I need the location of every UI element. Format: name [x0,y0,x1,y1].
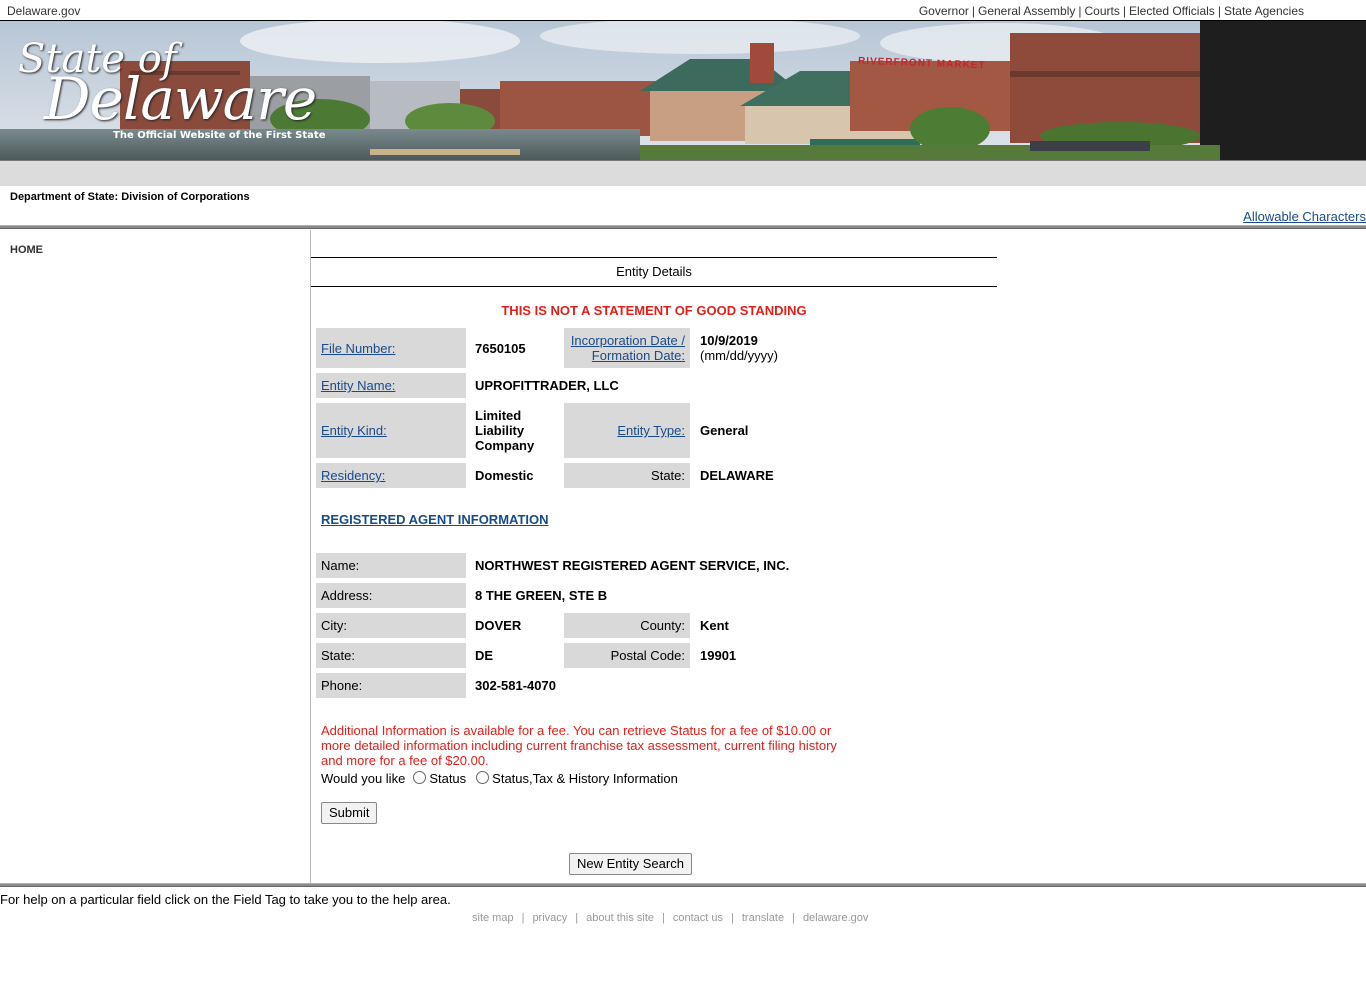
new-entity-search-button[interactable]: New Entity Search [569,853,692,875]
file-number-value: 7650105 [475,340,526,356]
status-radio-label: Status [429,771,467,786]
incorporation-date-value: 10/9/2019 (mm/dd/yyyy) [700,328,900,368]
general-assembly-link[interactable]: General Assembly [978,4,1075,18]
header-banner: State of Delaware The Official Website o… [0,21,1366,161]
entity-kind-line3: Company [475,438,535,453]
entity-kind-help-link[interactable]: Entity Kind: [321,423,387,438]
agent-postal-code-label: Postal Code: [564,643,690,668]
entity-kind-line2: Liability [475,423,525,438]
agent-name-label: Name: [316,553,466,578]
delaware-gov-link[interactable]: Delaware.gov [7,4,80,18]
entity-type-label: Entity Type: [564,403,690,458]
additional-info-notice: Additional Information is available for … [321,723,837,768]
brand-delaware: Delaware [44,65,317,133]
residency-label: Residency: [316,463,466,488]
footer-privacy-link[interactable]: privacy [532,912,567,924]
left-sidebar: HOME [0,230,311,883]
agent-city-label: City: [316,613,466,638]
incorporation-date-label: Incorporation Date / Formation Date: [564,328,690,368]
info-option-group: Would you like Status Status,Tax & Histo… [321,771,680,786]
entity-kind-value: Limited Liability Company [475,403,565,458]
entity-type-help-link[interactable]: Entity Type: [617,423,685,438]
divider-bottom [0,883,1366,887]
entity-state-label: State: [564,463,690,488]
residency-help-link[interactable]: Residency: [321,468,385,483]
residency-value: Domestic [475,468,534,483]
status-tax-history-radio-label: Status,Tax & History Information [492,771,678,786]
entity-kind-line1: Limited [475,408,522,423]
incorporation-date-help-link-line1[interactable]: Incorporation Date / [571,333,685,348]
would-you-like-prompt: Would you like [321,771,406,786]
entity-kind-label: Entity Kind: [316,403,466,458]
brand-tagline: The Official Website of the First State [113,130,326,141]
entity-state-value: DELAWARE [700,468,774,483]
file-number-label: File Number: [316,328,466,368]
agent-phone-label: Phone: [316,673,466,698]
top-nav-links: Governor | General Assembly | Courts | Elected… [918,4,1304,18]
agent-name-value: NORTHWEST REGISTERED AGENT SERVICE, INC. [475,558,790,573]
submit-button[interactable]: Submit [321,802,378,824]
divider-top [0,225,1366,229]
entity-name-help-link[interactable]: Entity Name: [321,378,395,393]
agent-postal-code-value: 19901 [700,648,737,663]
incorporation-date: 10/9/2019 [700,333,758,348]
footer-delaware-gov-link[interactable]: delaware.gov [803,912,868,924]
department-title: Department of State: Division of Corpora… [10,191,250,203]
agent-state-value: DE [475,648,494,663]
gray-strip [0,161,1366,186]
footer-contact-link[interactable]: contact us [673,912,723,924]
registered-agent-heading[interactable]: REGISTERED AGENT INFORMATION [321,512,549,527]
agent-address-label: Address: [316,583,466,608]
footer-links: site map | privacy | about this site | contact… [472,912,869,924]
agent-county-value: Kent [700,618,729,633]
agent-state-label: State: [316,643,466,668]
footer-about-link[interactable]: about this site [586,912,654,924]
state-agencies-link[interactable]: State Agencies [1224,4,1304,18]
agent-city-value: DOVER [475,618,522,633]
courts-link[interactable]: Courts [1085,4,1120,18]
top-nav-bar: Delaware.gov Governor | General Assembly | C… [0,0,1366,21]
date-format-hint: (mm/dd/yyyy) [700,348,778,363]
footer-translate-link[interactable]: translate [742,912,784,924]
status-radio[interactable] [413,771,427,784]
entity-details-heading: Entity Details [311,257,997,287]
footer-site-map-link[interactable]: site map [472,912,514,924]
entity-name-value: UPROFITTRADER, LLC [475,378,619,393]
status-tax-history-radio[interactable] [476,771,490,784]
incorporation-date-help-link-line2[interactable]: Formation Date: [592,348,685,363]
allowable-characters-link[interactable]: Allowable Characters [1243,209,1366,224]
governor-link[interactable]: Governor [919,4,969,18]
field-help-text: For help on a particular field click on … [0,892,451,907]
agent-phone-value: 302-581-4070 [475,678,556,693]
elected-officials-link[interactable]: Elected Officials [1129,4,1215,18]
file-number-help-link[interactable]: File Number: [321,341,395,356]
main-content: Entity Details THIS IS NOT A STATEMENT O… [311,230,1366,883]
entity-type-value: General [700,423,749,438]
agent-county-label: County: [564,613,690,638]
home-link[interactable]: HOME [10,244,43,256]
agent-address-value: 8 THE GREEN, STE B [475,588,608,603]
good-standing-warning: THIS IS NOT A STATEMENT OF GOOD STANDING [501,303,807,318]
entity-name-label: Entity Name: [316,373,466,398]
